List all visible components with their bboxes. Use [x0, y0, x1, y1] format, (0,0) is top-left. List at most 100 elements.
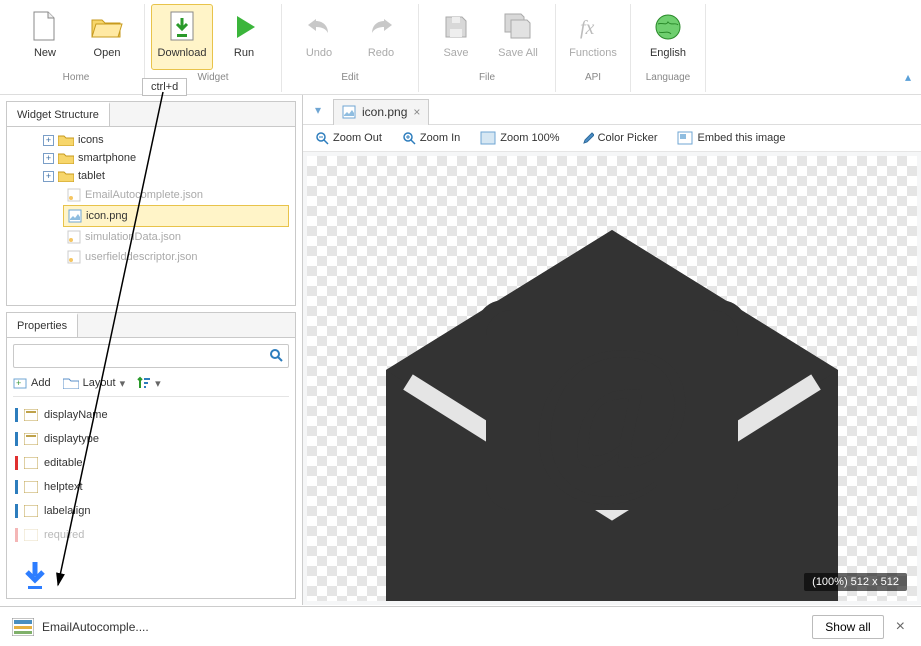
- layout-button[interactable]: Layout ▾: [63, 377, 126, 390]
- image-dimensions-badge: (100%) 512 x 512: [804, 573, 907, 591]
- add-property-button[interactable]: + Add: [13, 376, 51, 390]
- chevron-down-icon: ▾: [155, 377, 161, 390]
- search-icon[interactable]: [264, 348, 288, 365]
- editor-tabbar: ▾ icon.png ×: [303, 95, 921, 125]
- open-label: Open: [94, 47, 121, 59]
- zoom-out-icon: [315, 131, 329, 145]
- property-editable[interactable]: editable: [13, 451, 289, 475]
- property-icon: [24, 481, 38, 493]
- property-displayname[interactable]: displayName: [13, 403, 289, 427]
- property-icon: [24, 457, 38, 469]
- tree-file-emailautocomplete[interactable]: EmailAutocomplete.json: [7, 185, 295, 205]
- sort-button[interactable]: ▾: [137, 376, 161, 390]
- save-button[interactable]: Save: [425, 4, 487, 70]
- property-icon: [24, 505, 38, 517]
- tree-file-simulationdata[interactable]: simulationData.json: [7, 227, 295, 247]
- preview-email-at-icon: @: [356, 170, 868, 601]
- tree-folder-icons[interactable]: + icons: [7, 131, 295, 149]
- saveall-label: Save All: [498, 47, 538, 59]
- redo-label: Redo: [368, 47, 394, 59]
- zoom-in-button[interactable]: Zoom In: [402, 131, 460, 145]
- redo-button[interactable]: Redo: [350, 4, 412, 70]
- tree-folder-tablet[interactable]: + tablet: [7, 167, 295, 185]
- undo-icon: [301, 9, 337, 45]
- ribbon-group-edit: Undo Redo Edit: [282, 4, 419, 92]
- property-icon: [24, 529, 38, 541]
- download-file-icon: [12, 618, 34, 636]
- widget-structure-panel: Widget Structure + icons + smartphone + …: [6, 101, 296, 306]
- widget-structure-tab[interactable]: Widget Structure: [7, 102, 110, 126]
- group-label-api: API: [585, 72, 601, 83]
- editor-tab-iconpng[interactable]: icon.png ×: [333, 99, 429, 125]
- undo-button[interactable]: Undo: [288, 4, 350, 70]
- embed-image-button[interactable]: Embed this image: [677, 131, 785, 145]
- property-search[interactable]: [13, 344, 289, 368]
- download-item[interactable]: EmailAutocomple....: [12, 618, 149, 636]
- property-icon: [24, 409, 38, 421]
- expand-icon[interactable]: +: [43, 171, 54, 182]
- expand-icon[interactable]: +: [43, 135, 54, 146]
- show-all-button[interactable]: Show all: [812, 615, 883, 639]
- ribbon-group-home: New Open Home: [8, 4, 145, 92]
- close-tab-icon[interactable]: ×: [413, 105, 420, 119]
- image-file-icon: [342, 105, 356, 119]
- download-filename: EmailAutocomple....: [42, 620, 149, 634]
- widget-tree[interactable]: + icons + smartphone + tablet EmailAutoc…: [7, 127, 295, 305]
- image-file-icon: [68, 209, 82, 223]
- floppy-stack-icon: [500, 9, 536, 45]
- undo-label: Undo: [306, 47, 332, 59]
- embed-icon: [677, 131, 693, 145]
- language-label: English: [650, 47, 686, 59]
- chevron-down-icon: ▾: [120, 377, 126, 390]
- property-labelalign[interactable]: labelalign: [13, 499, 289, 523]
- zoom-out-button[interactable]: Zoom Out: [315, 131, 382, 145]
- tree-file-userfielddescriptor[interactable]: userfielddescriptor.json: [7, 247, 295, 267]
- tree-folder-smartphone[interactable]: + smartphone: [7, 149, 295, 167]
- folder-icon: [58, 134, 74, 146]
- color-picker-button[interactable]: Color Picker: [580, 131, 658, 145]
- tree-file-icon-png[interactable]: icon.png: [63, 205, 289, 227]
- new-button[interactable]: New: [14, 4, 76, 70]
- download-bar: EmailAutocomple.... Show all ×: [0, 606, 921, 646]
- download-label: Download: [158, 47, 207, 59]
- json-file-icon: [67, 230, 81, 244]
- save-all-button[interactable]: Save All: [487, 4, 549, 70]
- group-label-file: File: [479, 72, 495, 83]
- property-required[interactable]: required: [13, 523, 289, 547]
- layout-folder-icon: [63, 377, 79, 389]
- functions-button[interactable]: fx Functions: [562, 4, 624, 70]
- ribbon-group-language: English Language: [631, 4, 706, 92]
- close-download-bar-icon[interactable]: ×: [892, 618, 909, 636]
- property-displaytype[interactable]: displaytype: [13, 427, 289, 451]
- play-icon: [226, 9, 262, 45]
- zoom-100-button[interactable]: Zoom 100%: [480, 131, 559, 145]
- folder-icon: [58, 170, 74, 182]
- folder-icon: [58, 152, 74, 164]
- open-button[interactable]: Open: [76, 4, 138, 70]
- language-button[interactable]: English: [637, 4, 699, 70]
- property-search-input[interactable]: [14, 350, 264, 362]
- pin-icon[interactable]: ▾: [303, 103, 333, 117]
- ribbon-minimize-icon[interactable]: ▴: [905, 70, 911, 84]
- svg-text:fx: fx: [580, 17, 595, 39]
- zoom-in-icon: [402, 131, 416, 145]
- add-icon: +: [13, 376, 27, 390]
- json-file-icon: [67, 188, 81, 202]
- expand-icon[interactable]: +: [43, 153, 54, 164]
- fx-icon: fx: [575, 9, 611, 45]
- ribbon-toolbar: New Open Home Download: [0, 0, 921, 95]
- redo-icon: [363, 9, 399, 45]
- run-button[interactable]: Run: [213, 4, 275, 70]
- save-label: Save: [443, 47, 468, 59]
- image-canvas[interactable]: @ (100%) 512 x 512: [307, 156, 917, 601]
- property-helptext[interactable]: helptext: [13, 475, 289, 499]
- svg-text:+: +: [16, 378, 21, 388]
- group-label-widget: Widget: [197, 72, 228, 83]
- group-label-home: Home: [63, 72, 90, 83]
- download-button[interactable]: Download: [151, 4, 213, 70]
- new-file-icon: [27, 9, 63, 45]
- image-toolbar: Zoom Out Zoom In Zoom 100% Color Picker …: [303, 125, 921, 152]
- property-icon: [24, 433, 38, 445]
- properties-tab[interactable]: Properties: [7, 313, 78, 337]
- download-tooltip: ctrl+d: [142, 78, 187, 96]
